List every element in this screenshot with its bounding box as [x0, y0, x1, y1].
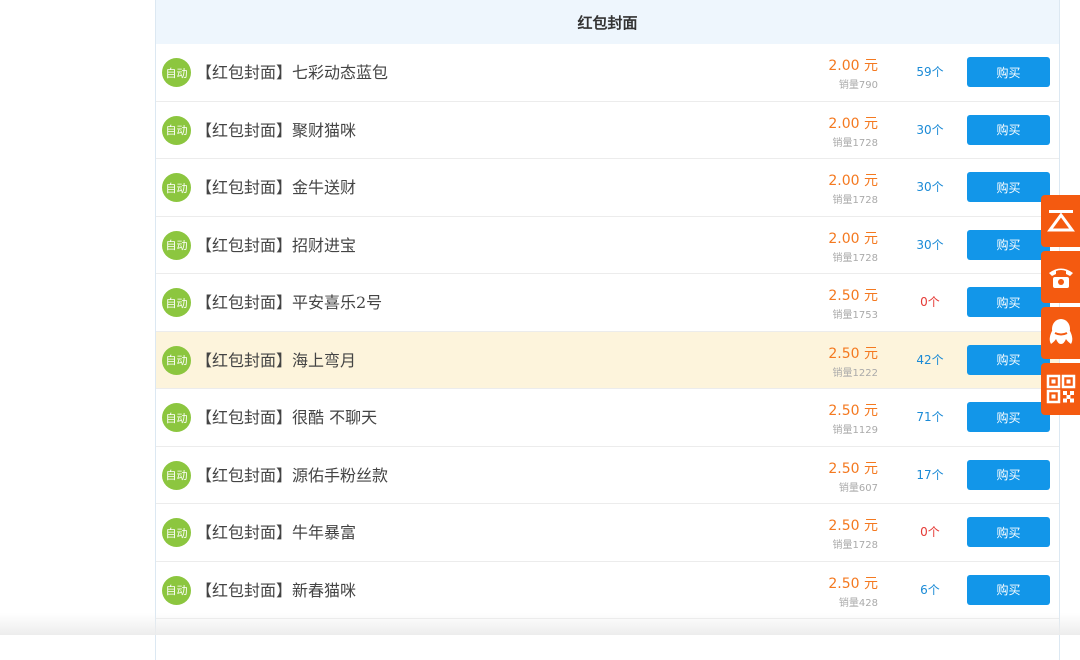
auto-badge: 自动 [162, 460, 191, 490]
product-name[interactable]: 【红包封面】招财进宝 [196, 217, 356, 274]
product-price: 2.50 元 [828, 460, 878, 477]
product-row: 自动 【红包封面】牛年暴富 2.50 元销量1728 0个 购买 [156, 504, 1059, 562]
product-price: 2.50 元 [828, 575, 878, 592]
product-row: 自动 【红包封面】源佑手粉丝款 2.50 元销量607 17个 购买 [156, 447, 1059, 504]
product-row: 自动 【红包封面】金牛送财 2.00 元销量1728 30个 购买 [156, 159, 1059, 217]
qq-button[interactable] [1041, 307, 1080, 359]
auto-badge: 自动 [162, 58, 191, 87]
buy-button[interactable]: 购买 [967, 574, 1050, 605]
product-stock: 30个 [916, 237, 944, 252]
qr-code-button[interactable] [1041, 363, 1080, 415]
product-name[interactable]: 【红包封面】牛年暴富 [196, 504, 356, 561]
buy-button[interactable]: 购买 [967, 402, 1050, 432]
auto-badge: 自动 [162, 173, 191, 202]
product-stock: 0个 [920, 295, 940, 309]
phone-icon [1048, 268, 1073, 288]
buy-button[interactable]: 购买 [967, 229, 1050, 260]
buy-button[interactable]: 购买 [967, 114, 1050, 145]
product-name[interactable]: 【红包封面】新春猫咪 [196, 562, 356, 619]
product-list: 自动 【红包封面】七彩动态蓝包 2.00 元销量790 59个 购买 自动 【红包封面】聚财… [156, 44, 1059, 619]
auto-badge: 自动 [162, 403, 191, 432]
product-sales: 销量1728 [832, 252, 878, 264]
product-panel: 红包封面 自动 【红包封面】七彩动态蓝包 2.00 元销量790 59个 购买 自动 【红包… [155, 0, 1060, 660]
product-price: 2.00 元 [828, 230, 878, 247]
product-row: 自动 【红包封面】平安喜乐2号 2.50 元销量1753 0个 购买 [156, 274, 1059, 332]
product-name[interactable]: 【红包封面】聚财猫咪 [196, 102, 356, 159]
product-price: 2.50 元 [828, 403, 878, 419]
product-stock: 71个 [916, 410, 944, 424]
product-sales: 销量1728 [832, 195, 878, 206]
product-row: 自动 【红包封面】新春猫咪 2.50 元销量428 6个 购买 [156, 562, 1059, 619]
auto-badge: 自动 [162, 345, 191, 375]
product-stock: 30个 [916, 122, 944, 137]
product-sales: 销量1129 [832, 425, 878, 436]
product-stock: 30个 [916, 180, 944, 194]
product-name[interactable]: 【红包封面】海上弯月 [196, 332, 356, 389]
phone-button[interactable] [1041, 251, 1080, 303]
product-stock: 42个 [916, 352, 944, 367]
product-row: 自动 【红包封面】很酷 不聊天 2.50 元销量1129 71个 购买 [156, 389, 1059, 447]
product-price: 2.50 元 [828, 518, 878, 534]
side-toolbar [1041, 195, 1080, 419]
back-to-top-icon [1046, 210, 1075, 232]
product-name[interactable]: 【红包封面】源佑手粉丝款 [196, 447, 388, 504]
product-stock: 59个 [916, 65, 944, 79]
product-sales: 销量1222 [832, 367, 878, 379]
product-price: 2.00 元 [828, 173, 878, 189]
product-sales: 销量607 [838, 482, 878, 494]
product-price: 2.00 元 [828, 115, 878, 132]
product-price: 2.50 元 [828, 345, 878, 362]
product-name[interactable]: 【红包封面】七彩动态蓝包 [196, 44, 388, 101]
product-row: 自动 【红包封面】聚财猫咪 2.00 元销量1728 30个 购买 [156, 102, 1059, 159]
auto-badge: 自动 [162, 518, 191, 547]
buy-button[interactable]: 购买 [967, 57, 1050, 87]
buy-button[interactable]: 购买 [967, 287, 1050, 317]
auto-badge: 自动 [162, 115, 191, 145]
product-stock: 0个 [920, 525, 940, 539]
product-name[interactable]: 【红包封面】很酷 不聊天 [196, 389, 377, 446]
product-stock: 17个 [916, 467, 944, 482]
panel-title: 红包封面 [156, 0, 1059, 44]
product-sales: 销量790 [838, 80, 878, 91]
product-price: 2.50 元 [828, 288, 878, 304]
qr-code-icon [1046, 374, 1075, 404]
buy-button[interactable]: 购买 [967, 517, 1050, 547]
auto-badge: 自动 [162, 230, 191, 260]
buy-button[interactable]: 购买 [967, 459, 1050, 490]
product-row: 自动 【红包封面】招财进宝 2.00 元销量1728 30个 购买 [156, 217, 1059, 274]
product-name[interactable]: 【红包封面】平安喜乐2号 [196, 274, 382, 331]
product-price: 2.00 元 [828, 58, 878, 74]
auto-badge: 自动 [162, 288, 191, 317]
auto-badge: 自动 [162, 575, 191, 605]
product-sales: 销量428 [838, 597, 878, 609]
buy-button[interactable]: 购买 [967, 344, 1050, 375]
product-sales: 销量1753 [832, 310, 878, 321]
back-to-top-button[interactable] [1041, 195, 1080, 247]
qq-icon [1049, 319, 1072, 344]
product-name[interactable]: 【红包封面】金牛送财 [196, 159, 356, 216]
product-sales: 销量1728 [832, 137, 878, 149]
buy-button[interactable]: 购买 [967, 172, 1050, 202]
product-stock: 6个 [920, 582, 940, 597]
product-row: 自动 【红包封面】海上弯月 2.50 元销量1222 42个 购买 [156, 331, 1059, 389]
product-sales: 销量1728 [832, 540, 878, 551]
product-row: 自动 【红包封面】七彩动态蓝包 2.00 元销量790 59个 购买 [156, 44, 1059, 102]
